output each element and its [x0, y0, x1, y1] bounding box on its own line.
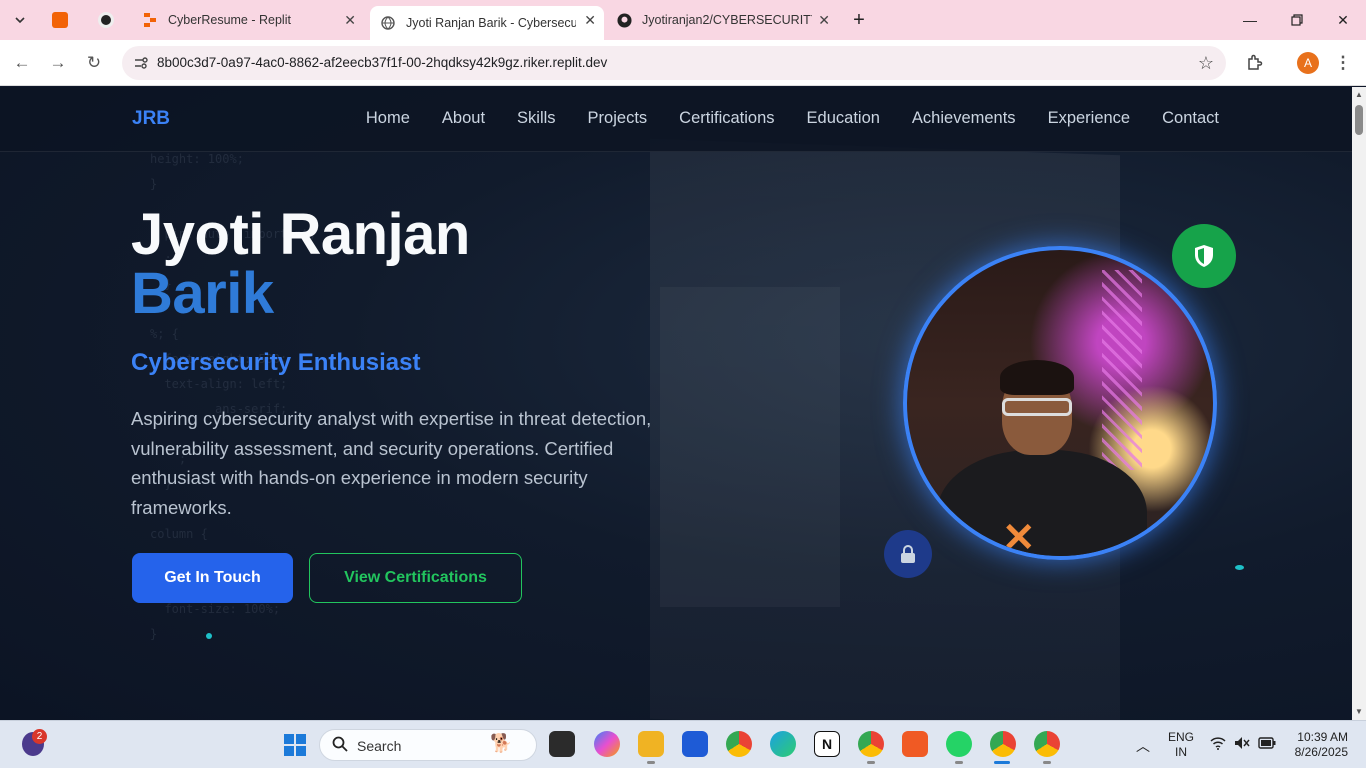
hero-name-last: Barik — [131, 261, 274, 326]
brave-icon[interactable] — [902, 731, 928, 757]
floating-particle — [206, 633, 212, 639]
windows-taskbar: 2 Search 🐕 N ︿ ENG IN 10:39 AM 8/26/2025 — [0, 720, 1366, 768]
chrome-icon[interactable] — [726, 731, 752, 757]
running-indicator — [955, 761, 963, 764]
search-placeholder: Search — [357, 738, 402, 754]
site-info-icon[interactable] — [132, 54, 150, 72]
page-scrollbar[interactable]: ▲ ▼ — [1352, 87, 1366, 720]
pinned-tab-icon[interactable] — [94, 8, 118, 32]
running-indicator — [1043, 761, 1051, 764]
browser-tab-bar: CyberResume - Replit ✕ Jyoti Ranjan Bari… — [0, 0, 1366, 40]
address-bar[interactable]: 8b00c3d7-0a97-4ac0-8862-af2eecb37f1f-00-… — [122, 46, 1226, 80]
profile-photo: ✕ — [903, 246, 1217, 560]
tab-cyberresume-replit[interactable]: CyberResume - Replit ✕ — [132, 6, 364, 34]
running-indicator — [647, 761, 655, 764]
profile-avatar[interactable]: A — [1297, 52, 1319, 74]
hero-description: Aspiring cybersecurity analyst with expe… — [131, 408, 652, 518]
clock-date: 8/26/2025 — [1294, 745, 1348, 759]
scroll-down-arrow-icon[interactable]: ▼ — [1354, 707, 1364, 716]
show-hidden-icons-chevron-icon[interactable]: ︿ — [1136, 736, 1150, 756]
tab-title: Jyotiranjan2/CYBERSECURITY-P — [642, 13, 812, 27]
microsoft-store-icon[interactable] — [682, 731, 708, 757]
task-view-icon[interactable] — [549, 731, 575, 757]
language-code: ENG — [1168, 730, 1195, 744]
clock[interactable]: 10:39 AM 8/26/2025 — [1288, 730, 1348, 760]
url-text[interactable]: 8b00c3d7-0a97-4ac0-8862-af2eecb37f1f-00-… — [157, 55, 607, 70]
active-app-indicator — [994, 761, 1010, 764]
scroll-up-arrow-icon[interactable]: ▲ — [1354, 90, 1364, 99]
tab-title: Jyoti Ranjan Barik - Cybersecuri — [406, 16, 576, 30]
browser-toolbar: ← → ↻ 8b00c3d7-0a97-4ac0-8862-af2eecb37f… — [0, 40, 1366, 86]
forward-arrow-icon[interactable]: → — [47, 52, 69, 74]
nav-link-achievements[interactable]: Achievements — [912, 109, 1016, 128]
chrome-profile-icon[interactable] — [858, 731, 884, 757]
nav-menu: Home About Skills Projects Certification… — [366, 109, 1219, 128]
replit-pinned-tab-icon[interactable] — [48, 8, 72, 32]
back-arrow-icon[interactable]: ← — [11, 52, 33, 74]
extensions-puzzle-icon[interactable] — [1243, 52, 1265, 74]
close-tab-icon[interactable]: ✕ — [344, 13, 356, 27]
reload-icon[interactable]: ↻ — [83, 52, 105, 74]
nav-link-skills[interactable]: Skills — [517, 109, 556, 128]
bookmark-star-icon[interactable]: ☆ — [1198, 53, 1214, 74]
hero-role: Cybersecurity Enthusiast — [131, 349, 421, 376]
photo-person-hair — [1000, 360, 1074, 395]
close-window-icon[interactable]: ✕ — [1333, 10, 1353, 30]
whatsapp-icon[interactable] — [946, 731, 972, 757]
edge-icon[interactable] — [770, 731, 796, 757]
scrollbar-thumb[interactable] — [1355, 105, 1363, 135]
minimize-window-icon[interactable]: — — [1240, 10, 1260, 30]
taskbar-search-box[interactable]: Search 🐕 — [319, 729, 537, 761]
region-code: IN — [1175, 745, 1187, 759]
copilot-icon[interactable] — [594, 731, 620, 757]
hero-name-first: Jyoti Ranjan — [131, 202, 470, 267]
tab-portfolio-active[interactable]: Jyoti Ranjan Barik - Cybersecuri ✕ — [370, 6, 604, 40]
wifi-icon[interactable] — [1210, 736, 1226, 753]
new-tab-plus-icon[interactable]: + — [849, 9, 869, 31]
github-icon — [616, 12, 632, 28]
floating-particle — [1235, 565, 1244, 570]
battery-icon[interactable] — [1258, 736, 1276, 752]
site-navbar: JRB Home About Skills Projects Certifica… — [0, 87, 1352, 152]
search-highlight-dog-icon: 🐕 — [490, 733, 513, 753]
close-tab-icon[interactable]: ✕ — [584, 13, 596, 27]
nav-link-about[interactable]: About — [442, 109, 485, 128]
site-logo[interactable]: JRB — [132, 108, 170, 130]
nav-link-contact[interactable]: Contact — [1162, 109, 1219, 128]
nav-link-experience[interactable]: Experience — [1048, 109, 1131, 128]
tab-title: CyberResume - Replit — [168, 13, 291, 27]
nav-link-education[interactable]: Education — [807, 109, 880, 128]
running-indicator — [867, 761, 875, 764]
globe-icon — [380, 15, 396, 31]
chrome-profile-j-icon[interactable] — [1034, 731, 1060, 757]
close-tab-icon[interactable]: ✕ — [818, 13, 830, 27]
language-indicator[interactable]: ENG IN — [1168, 730, 1194, 760]
windows-start-icon[interactable] — [283, 733, 307, 757]
notion-icon[interactable]: N — [814, 731, 840, 757]
notification-badge: 2 — [32, 729, 47, 744]
photo-light-tower — [1102, 270, 1142, 470]
restore-window-icon[interactable] — [1287, 10, 1307, 30]
photo-shirt-graphic: ✕ — [1002, 516, 1036, 560]
nav-link-projects[interactable]: Projects — [588, 109, 648, 128]
shield-icon — [1172, 224, 1236, 288]
get-in-touch-button[interactable]: Get In Touch — [132, 553, 293, 603]
lock-icon — [884, 530, 932, 578]
tab-github-repo[interactable]: Jyotiranjan2/CYBERSECURITY-P ✕ — [606, 6, 838, 34]
nav-link-home[interactable]: Home — [366, 109, 410, 128]
browser-menu-kebab-icon[interactable]: ⋮ — [1332, 52, 1354, 74]
replit-icon — [142, 12, 158, 28]
search-icon — [332, 736, 348, 757]
tab-search-dropdown-icon[interactable] — [8, 8, 32, 32]
photo-person-glasses — [1002, 398, 1072, 416]
nav-link-certifications[interactable]: Certifications — [679, 109, 774, 128]
background-document-image — [660, 287, 840, 607]
file-explorer-icon[interactable] — [638, 731, 664, 757]
page-viewport: height: 100%; } pin: auto !important; ; … — [0, 87, 1352, 720]
volume-muted-icon[interactable] — [1234, 736, 1250, 753]
view-certifications-button[interactable]: View Certifications — [309, 553, 522, 603]
clock-time: 10:39 AM — [1297, 730, 1348, 744]
chrome-active-icon[interactable] — [990, 731, 1016, 757]
